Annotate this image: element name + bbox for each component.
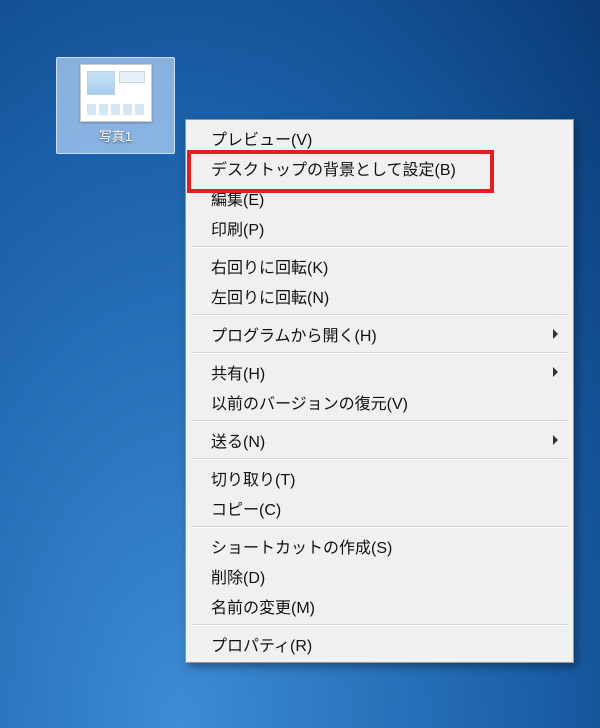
- desktop-icon-selected[interactable]: 写真1: [56, 57, 175, 154]
- menu-item-label: 削除(D): [211, 564, 265, 588]
- menu-item-preview[interactable]: プレビュー(V): [189, 123, 570, 153]
- menu-separator: [191, 314, 568, 316]
- menu-item-label: 右回りに回転(K): [211, 254, 328, 278]
- menu-item-label: 名前の変更(M): [211, 594, 315, 618]
- context-menu-inner: プレビュー(V) デスクトップの背景として設定(B) 編集(E) 印刷(P) 右…: [188, 122, 571, 660]
- menu-separator: [191, 526, 568, 528]
- menu-item-label: コピー(C): [211, 496, 281, 520]
- menu-item-copy[interactable]: コピー(C): [189, 493, 570, 523]
- file-thumbnail-icon: [80, 64, 152, 122]
- menu-separator: [191, 624, 568, 626]
- menu-item-create-shortcut[interactable]: ショートカットの作成(S): [189, 531, 570, 561]
- menu-item-send-to[interactable]: 送る(N): [189, 425, 570, 455]
- menu-item-label: 印刷(P): [211, 216, 264, 240]
- menu-item-share[interactable]: 共有(H): [189, 357, 570, 387]
- menu-item-label: ショートカットの作成(S): [211, 534, 392, 558]
- menu-item-set-desktop-background[interactable]: デスクトップの背景として設定(B): [189, 153, 570, 183]
- menu-item-print[interactable]: 印刷(P): [189, 213, 570, 243]
- menu-item-rename[interactable]: 名前の変更(M): [189, 591, 570, 621]
- menu-separator: [191, 246, 568, 248]
- desktop-icon-label: 写真1: [99, 126, 132, 145]
- menu-item-label: 編集(E): [211, 186, 264, 210]
- menu-item-label: デスクトップの背景として設定(B): [211, 156, 456, 180]
- menu-item-label: 共有(H): [211, 360, 265, 384]
- menu-item-label: 以前のバージョンの復元(V): [211, 390, 408, 414]
- thumbnail-strip-icon: [87, 104, 145, 115]
- menu-item-label: 左回りに回転(N): [211, 284, 329, 308]
- menu-item-restore-previous-versions[interactable]: 以前のバージョンの復元(V): [189, 387, 570, 417]
- menu-item-delete[interactable]: 削除(D): [189, 561, 570, 591]
- menu-item-open-with[interactable]: プログラムから開く(H): [189, 319, 570, 349]
- menu-item-label: プログラムから開く(H): [211, 322, 377, 346]
- menu-item-label: プロパティ(R): [211, 632, 312, 656]
- context-menu: プレビュー(V) デスクトップの背景として設定(B) 編集(E) 印刷(P) 右…: [185, 119, 574, 663]
- menu-item-edit[interactable]: 編集(E): [189, 183, 570, 213]
- menu-separator: [191, 458, 568, 460]
- menu-item-rotate-left[interactable]: 左回りに回転(N): [189, 281, 570, 311]
- menu-item-label: 切り取り(T): [211, 466, 295, 490]
- menu-separator: [191, 420, 568, 422]
- menu-item-label: プレビュー(V): [211, 126, 312, 150]
- menu-separator: [191, 352, 568, 354]
- menu-item-rotate-right[interactable]: 右回りに回転(K): [189, 251, 570, 281]
- menu-item-properties[interactable]: プロパティ(R): [189, 629, 570, 659]
- menu-item-cut[interactable]: 切り取り(T): [189, 463, 570, 493]
- menu-item-label: 送る(N): [211, 428, 265, 452]
